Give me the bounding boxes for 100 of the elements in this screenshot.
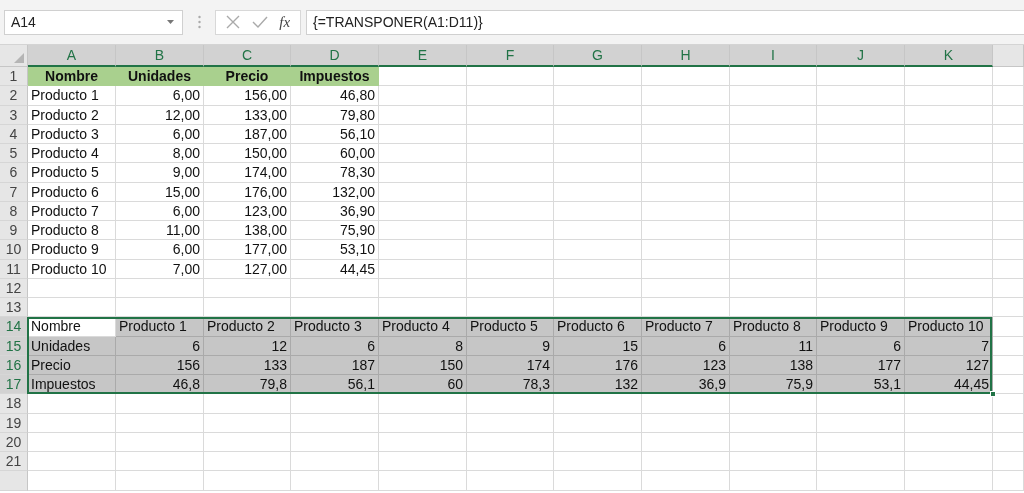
- column-header[interactable]: C: [204, 45, 291, 67]
- row-header[interactable]: 15: [0, 336, 28, 356]
- table-cell: Producto 7: [642, 317, 730, 337]
- row-header[interactable]: 2: [0, 86, 28, 106]
- table-cell: [993, 163, 1024, 183]
- column-header[interactable]: F: [467, 45, 554, 67]
- table-cell: 15,00: [116, 182, 204, 202]
- table-cell: 156: [116, 355, 204, 375]
- row-header[interactable]: 14: [0, 317, 28, 337]
- table-cell: 123,00: [204, 201, 291, 221]
- table-cell: 156,00: [204, 86, 291, 106]
- table-cell: 36,90: [291, 201, 379, 221]
- table-cell: Producto 4: [28, 144, 116, 164]
- table-cell: [993, 144, 1024, 164]
- row-header[interactable]: [0, 471, 28, 491]
- table-cell: [993, 240, 1024, 260]
- row-header[interactable]: 4: [0, 124, 28, 144]
- table-cell: 176,00: [204, 182, 291, 202]
- table-cell: Producto 6: [554, 317, 642, 337]
- table-cell: 187,00: [204, 124, 291, 144]
- row-header[interactable]: 19: [0, 413, 28, 433]
- table-cell: [993, 317, 1024, 337]
- table-cell: [993, 86, 1024, 106]
- select-all-corner[interactable]: [0, 45, 28, 67]
- table-cell: 6,00: [116, 240, 204, 260]
- check-icon[interactable]: [251, 16, 268, 28]
- row-header[interactable]: 9: [0, 221, 28, 241]
- table-cell: 132: [554, 375, 642, 395]
- row-header[interactable]: 21: [0, 452, 28, 472]
- table-cell: 150: [379, 355, 467, 375]
- table-cell: [993, 259, 1024, 279]
- row-header[interactable]: 5: [0, 144, 28, 164]
- table-cell: Producto 9: [28, 240, 116, 260]
- table-cell: 12,00: [116, 105, 204, 125]
- row-header[interactable]: 17: [0, 375, 28, 395]
- table-cell: Producto 1: [116, 317, 204, 337]
- row-header[interactable]: 3: [0, 105, 28, 125]
- row-header[interactable]: 10: [0, 240, 28, 260]
- row-header[interactable]: 8: [0, 201, 28, 221]
- table-cell: Nombre: [28, 67, 116, 87]
- table-cell: 11,00: [116, 221, 204, 241]
- column-header[interactable]: G: [554, 45, 642, 67]
- table-cell: 36,9: [642, 375, 730, 395]
- row-header[interactable]: 20: [0, 432, 28, 452]
- table-cell: Producto 3: [291, 317, 379, 337]
- column-header[interactable]: A: [28, 45, 116, 67]
- table-cell: [993, 355, 1024, 375]
- table-cell: [993, 278, 1024, 298]
- table-cell: 123: [642, 355, 730, 375]
- table-cell: Producto 5: [28, 163, 116, 183]
- table-cell: 177,00: [204, 240, 291, 260]
- row-header[interactable]: 12: [0, 278, 28, 298]
- table-cell: [993, 221, 1024, 241]
- name-box[interactable]: A14: [4, 9, 183, 35]
- row-header[interactable]: 13: [0, 298, 28, 318]
- table-cell: Producto 4: [379, 317, 467, 337]
- table-cell: Producto 6: [28, 182, 116, 202]
- table-cell: 6,00: [116, 86, 204, 106]
- table-cell: 46,8: [116, 375, 204, 395]
- table-cell: 6: [116, 336, 204, 356]
- column-header[interactable]: I: [730, 45, 817, 67]
- table-cell: Producto 3: [28, 124, 116, 144]
- grip-icon: [198, 15, 201, 29]
- row-header[interactable]: 16: [0, 355, 28, 375]
- dropdown-caret-icon: [167, 20, 174, 24]
- triangle-icon: [14, 53, 24, 63]
- table-cell: [993, 432, 1024, 452]
- row-header[interactable]: 11: [0, 259, 28, 279]
- insert-function-button[interactable]: fx: [279, 13, 291, 31]
- table-cell: 46,80: [291, 86, 379, 106]
- table-cell: 6: [817, 336, 905, 356]
- table-cell: [993, 298, 1024, 318]
- row-header[interactable]: 7: [0, 182, 28, 202]
- column-header[interactable]: E: [379, 45, 467, 67]
- table-cell: 6,00: [116, 201, 204, 221]
- row-header[interactable]: 1: [0, 67, 28, 87]
- table-cell: [993, 413, 1024, 433]
- table-cell: 176: [554, 355, 642, 375]
- column-header[interactable]: K: [905, 45, 993, 67]
- cancel-icon[interactable]: [225, 15, 240, 29]
- column-header[interactable]: H: [642, 45, 730, 67]
- table-cell: 150,00: [204, 144, 291, 164]
- table-cell: 6,00: [116, 124, 204, 144]
- table-cell: 15: [554, 336, 642, 356]
- table-cell: Unidades: [116, 67, 204, 87]
- table-cell: 7,00: [116, 259, 204, 279]
- fill-handle[interactable]: [990, 391, 996, 398]
- table-cell: [993, 452, 1024, 472]
- table-cell: [993, 201, 1024, 221]
- table-cell: Producto 2: [28, 105, 116, 125]
- table-cell: 133,00: [204, 105, 291, 125]
- column-header[interactable]: B: [116, 45, 204, 67]
- formula-field[interactable]: {=TRANSPONER(A1:D11)}: [306, 9, 1024, 35]
- row-header[interactable]: 6: [0, 163, 28, 183]
- row-header[interactable]: 18: [0, 394, 28, 414]
- column-header[interactable]: [993, 45, 1024, 67]
- column-header[interactable]: D: [291, 45, 379, 67]
- table-cell: Producto 9: [817, 317, 905, 337]
- table-cell: 60,00: [291, 144, 379, 164]
- column-header[interactable]: J: [817, 45, 905, 67]
